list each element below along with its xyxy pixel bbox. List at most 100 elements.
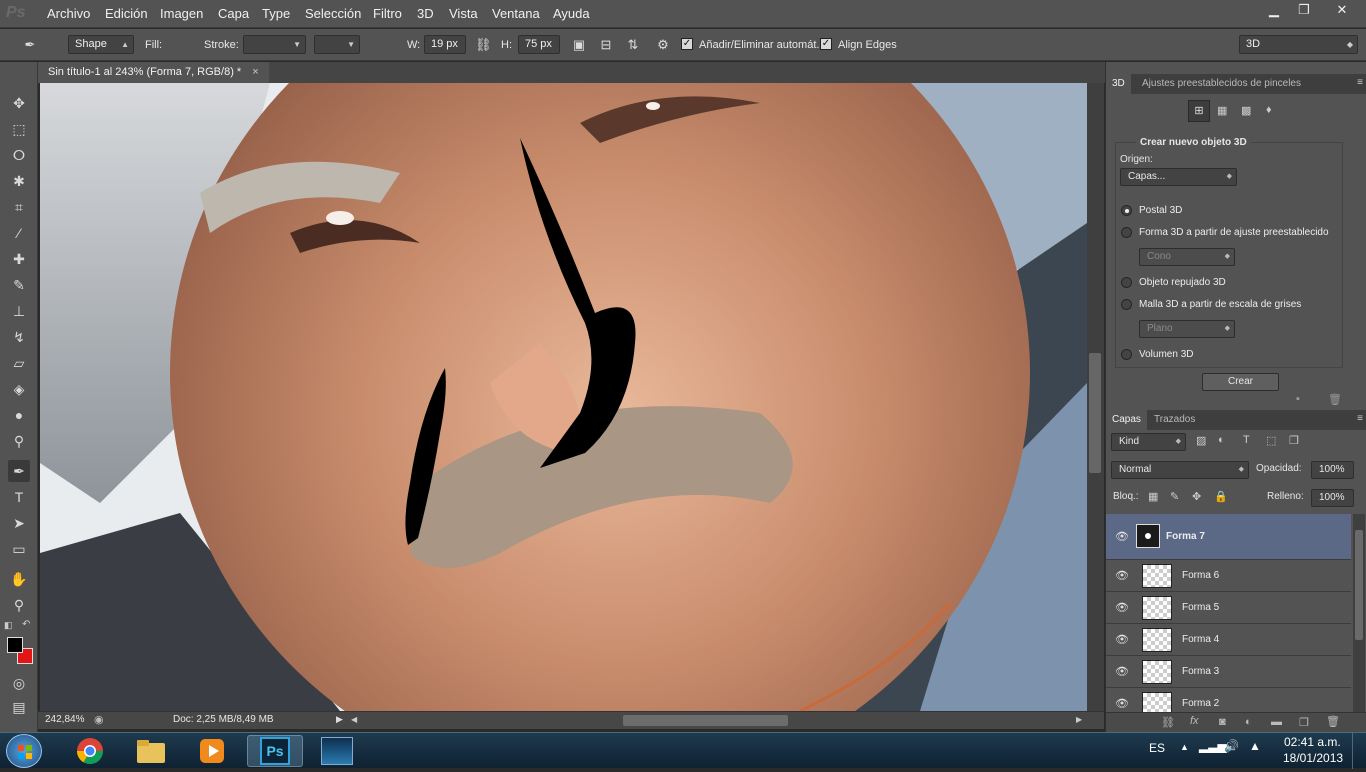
chrome-taskbar-icon[interactable] [62,735,118,767]
hand-tool-icon[interactable]: ✋ [8,568,30,590]
trash-icon[interactable]: 🗑 [1328,393,1342,406]
radio-grayscale-mesh[interactable] [1121,299,1132,310]
radio-volume[interactable] [1121,349,1132,360]
panel-menu-icon[interactable]: ≡ [1357,77,1363,88]
eyedropper-tool-icon[interactable]: ⁄ [8,222,30,244]
marquee-tool-icon[interactable]: ⬚ [8,118,30,140]
light-icon[interactable]: ♦ [1266,104,1272,116]
layer-row-forma-6[interactable]: 👁 Forma 6 [1106,560,1351,592]
adjustment-layer-icon[interactable]: ◐ [1245,716,1252,728]
explorer-taskbar-icon[interactable] [123,735,179,767]
photoshop-taskbar-icon[interactable]: Ps [247,735,303,767]
layer-row-forma-3[interactable]: 👁 Forma 3 [1106,656,1351,688]
type-filter-icon[interactable]: T [1243,434,1250,446]
close-icon[interactable]: ✕ [1322,0,1362,20]
visibility-eye-icon[interactable]: 👁 [1115,633,1129,646]
menu-archivo[interactable]: Archivo [47,6,90,21]
layer-row-forma-2[interactable]: 👁 Forma 2 [1106,688,1351,712]
pen-tool-preset-icon[interactable]: ✒ [22,37,38,53]
language-indicator[interactable]: ES [1149,741,1165,755]
lock-pixels-icon[interactable]: ✎ [1170,490,1179,503]
scroll-right-icon[interactable]: ▶ [1076,715,1082,724]
layer-row-forma-4[interactable]: 👁 Forma 4 [1106,624,1351,656]
scroll-left-icon[interactable]: ◀ [351,715,357,724]
path-selection-tool-icon[interactable]: ➤ [8,512,30,534]
layers-scrollbar[interactable] [1353,514,1365,712]
stroke-swatch[interactable]: ▼ [243,35,306,54]
group-folder-icon[interactable]: ▬ [1271,716,1282,728]
path-operations-icon[interactable]: ▣ [571,37,587,53]
tab-brush-presets[interactable]: Ajustes preestablecidos de pinceles [1136,74,1307,94]
lasso-tool-icon[interactable]: ⵔ [8,144,30,166]
magic-wand-tool-icon[interactable]: ✱ [8,170,30,192]
lock-position-icon[interactable]: ✥ [1192,490,1201,503]
show-desktop-button[interactable] [1352,733,1366,769]
menu-ayuda[interactable]: Ayuda [553,6,590,21]
menu-ventana[interactable]: Ventana [492,6,540,21]
vertical-scrollbar-thumb[interactable] [1089,353,1101,473]
screen-mode-icon[interactable]: ▤ [8,696,30,718]
path-arrangement-icon[interactable]: ⇅ [625,37,641,53]
app-taskbar-icon[interactable] [309,735,365,767]
paint-bucket-tool-icon[interactable]: ◈ [8,378,30,400]
menu-vista[interactable]: Vista [449,6,478,21]
new-layer-icon[interactable]: ❐ [1299,716,1309,729]
status-menu-arrow-icon[interactable]: ▶ [336,714,343,725]
healing-brush-tool-icon[interactable]: ✚ [8,248,30,270]
gear-icon[interactable]: ⚙ [655,37,671,53]
tool-mode-select[interactable]: Shape ▲ [68,35,134,54]
layer-filter-select[interactable]: Kind ◆ [1111,433,1186,451]
horizontal-scrollbar-thumb[interactable] [623,715,788,726]
volume-icon[interactable]: 🔊 [1224,739,1239,753]
fx-icon[interactable]: fx [1190,715,1199,727]
lock-all-icon[interactable]: 🔒 [1214,490,1228,503]
pixel-filter-icon[interactable]: ▨ [1196,434,1206,447]
vertical-scrollbar[interactable] [1087,83,1104,711]
opacity-input[interactable]: 100% [1311,461,1354,479]
default-colors-icon[interactable]: ◧ [4,620,13,631]
lock-transparency-icon[interactable]: ▦ [1148,490,1158,503]
workspace-select[interactable]: 3D ◆ [1239,35,1358,54]
layer-row-forma-7[interactable]: 👁 Forma 7 [1106,514,1351,560]
clock-time[interactable]: 02:41 a.m. [1284,735,1341,749]
link-layers-icon[interactable]: ⛓ [1161,716,1175,729]
pen-tool-icon[interactable]: ✒ [8,460,30,482]
foreground-color-swatch[interactable] [7,637,23,653]
dodge-tool-icon[interactable]: ⚲ [8,430,30,452]
visibility-eye-icon[interactable]: 👁 [1115,530,1129,543]
align-edges-checkbox[interactable]: ✓ [820,38,832,50]
close-tab-icon[interactable]: × [252,66,258,78]
mesh-icon[interactable]: ▦ [1217,104,1227,117]
create-button[interactable]: Crear [1202,373,1279,391]
menu-type[interactable]: Type [262,6,290,21]
network-icon[interactable]: ▂▃▅ [1199,739,1227,753]
visibility-eye-icon[interactable]: 👁 [1115,697,1129,710]
scene-icon[interactable]: ⊞ [1188,100,1210,122]
layers-scrollbar-thumb[interactable] [1355,530,1363,640]
clock-date[interactable]: 18/01/2013 [1283,751,1343,765]
show-hidden-icons-icon[interactable]: ▲ [1180,742,1189,752]
shape-filter-icon[interactable]: ⬚ [1266,434,1276,447]
menu-3d[interactable]: 3D [417,6,434,21]
menu-imagen[interactable]: Imagen [160,6,203,21]
path-alignment-icon[interactable]: ⊟ [598,37,614,53]
blur-tool-icon[interactable]: ● [8,404,30,426]
quick-mask-icon[interactable]: ◎ [8,672,30,694]
layers-panel-menu-icon[interactable]: ≡ [1357,413,1363,424]
tab-3d[interactable]: 3D [1106,74,1131,94]
zoom-tool-icon[interactable]: ⚲ [8,594,30,616]
fill-input[interactable]: 100% [1311,489,1354,507]
blend-mode-select[interactable]: Normal ◆ [1111,461,1249,479]
menu-capa[interactable]: Capa [218,6,249,21]
clone-stamp-tool-icon[interactable]: ⊥ [8,300,30,322]
tab-layers[interactable]: Capas [1106,410,1147,430]
minimize-icon[interactable]: ▁ [1257,0,1291,20]
smart-object-filter-icon[interactable]: ❐ [1289,434,1299,447]
type-tool-icon[interactable]: T [8,486,30,508]
delete-layer-icon[interactable]: 🗑 [1326,715,1340,728]
visibility-eye-icon[interactable]: 👁 [1115,601,1129,614]
crop-tool-icon[interactable]: ⌗ [8,196,30,218]
eraser-tool-icon[interactable]: ▱ [8,352,30,374]
menu-filtro[interactable]: Filtro [373,6,402,21]
drive-icon[interactable]: ▲ [1249,739,1261,753]
